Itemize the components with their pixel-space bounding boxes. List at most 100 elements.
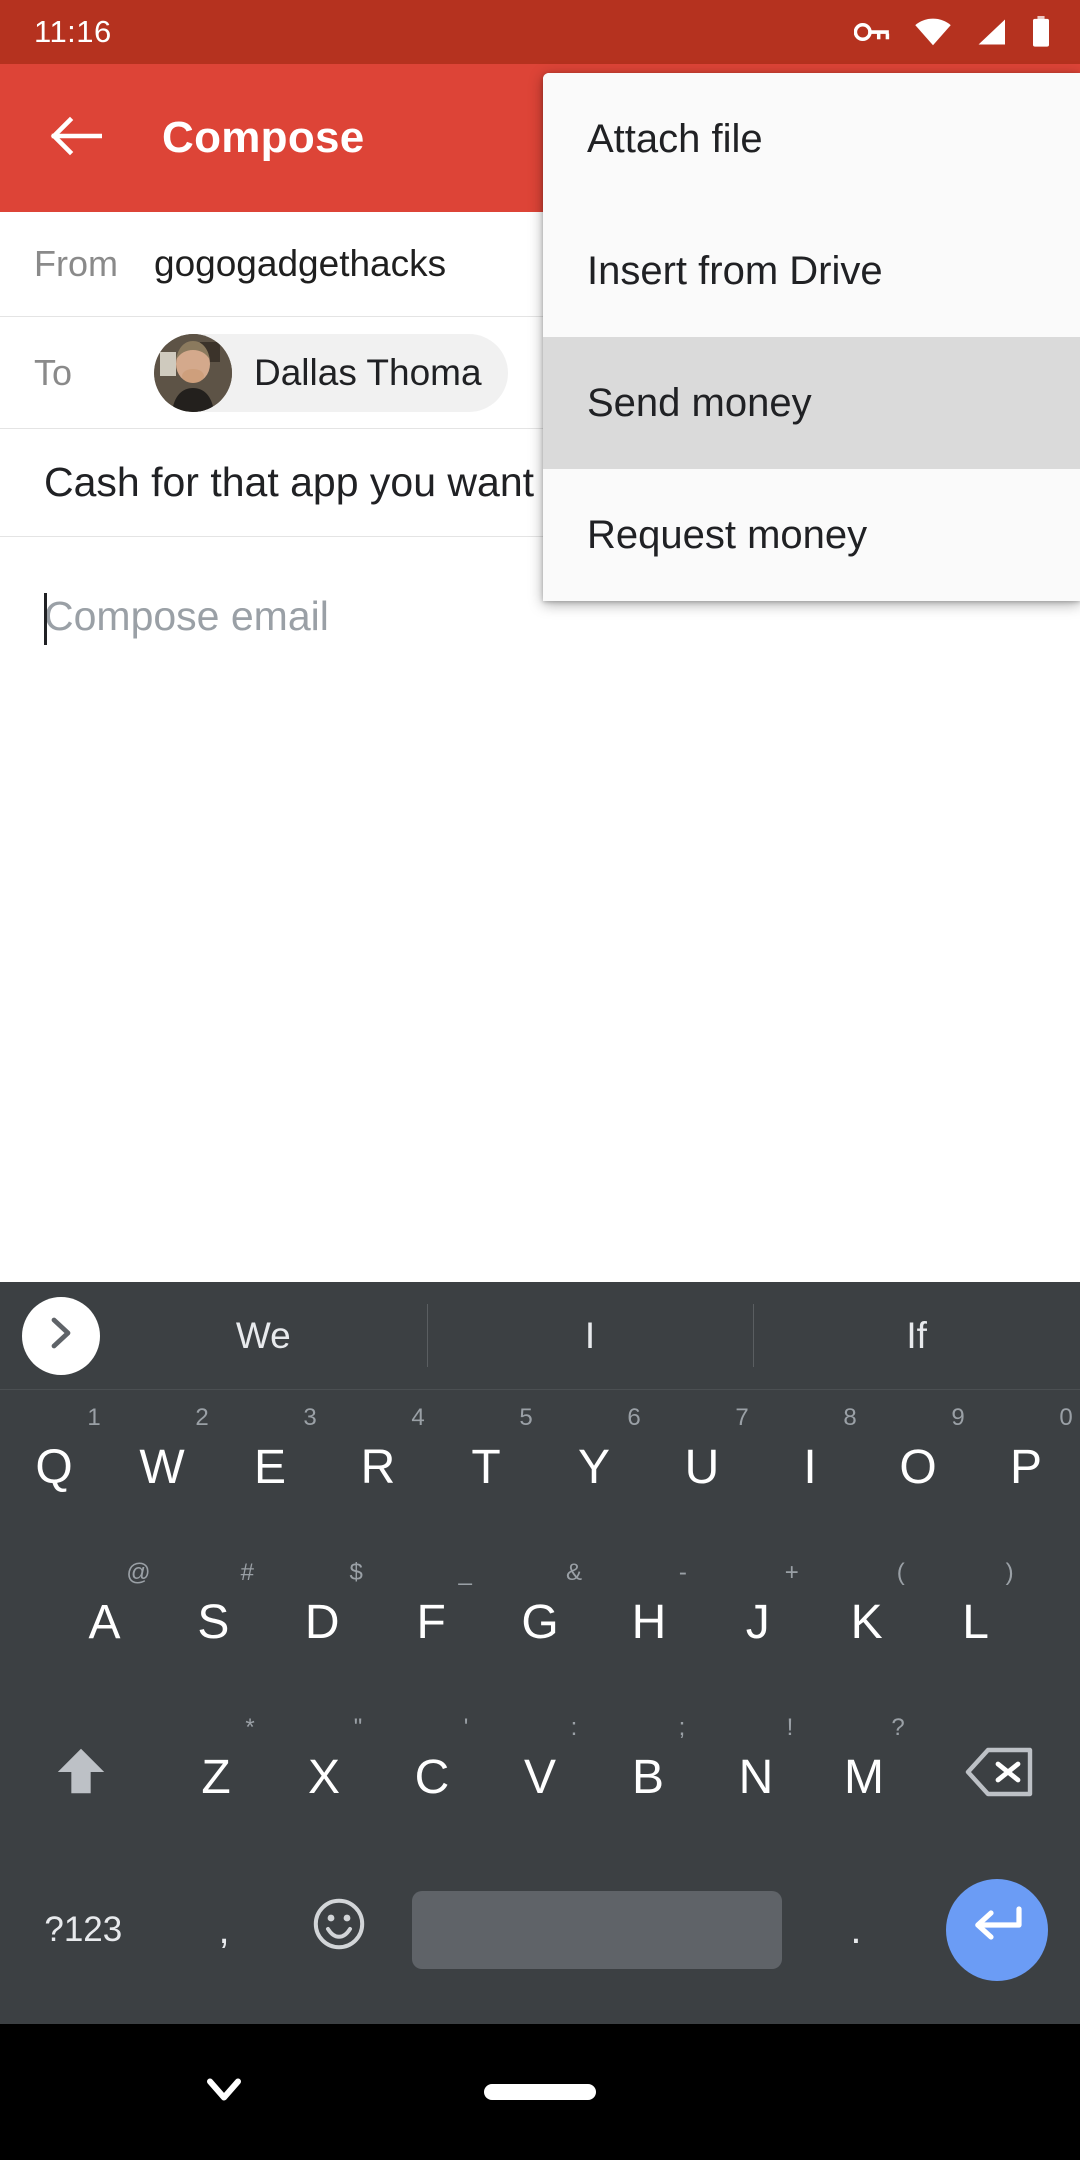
keyboard-row-4: ?123 , .: [0, 1855, 1080, 2005]
key-t[interactable]: 5T: [432, 1390, 540, 1545]
key-hint: (: [896, 1559, 905, 1586]
key-s[interactable]: # S: [159, 1545, 268, 1700]
suggestion-chip[interactable]: We: [100, 1282, 427, 1389]
key-v[interactable]: :V: [486, 1700, 594, 1855]
space-key[interactable]: [396, 1855, 798, 2005]
spacebar-surface: [412, 1891, 783, 1969]
shift-key[interactable]: [0, 1700, 162, 1855]
key-k[interactable]: (K: [812, 1545, 921, 1700]
avatar: [154, 333, 232, 412]
keyboard-row-1: 1Q 2W 3E 4R 5T 6Y 7U 8I 9O 0P: [0, 1390, 1080, 1545]
backspace-key[interactable]: [918, 1700, 1080, 1855]
key-hint: 2: [195, 1404, 209, 1431]
key-label: N: [738, 1751, 774, 1804]
status-time: 11:16: [34, 14, 112, 49]
arrow-left-icon: [50, 116, 103, 161]
navigation-bar: [0, 2024, 1080, 2160]
key-d[interactable]: $ D: [268, 1545, 377, 1700]
key-hint: ): [1005, 1559, 1014, 1586]
home-pill-icon[interactable]: [484, 2084, 596, 2100]
shift-arrow-up-icon: [52, 1743, 110, 1813]
key-hint: *: [245, 1714, 255, 1741]
key-hint: 1: [87, 1404, 101, 1431]
menu-item-label: Attach file: [587, 116, 763, 161]
vpn-key-icon: [854, 18, 892, 46]
key-o[interactable]: 9O: [864, 1390, 972, 1545]
suggestion-chip[interactable]: If: [753, 1282, 1080, 1389]
key-label: Q: [35, 1441, 73, 1494]
hide-keyboard-button[interactable]: [204, 2076, 244, 2109]
key-hint: ": [353, 1714, 363, 1741]
menu-item-send-money[interactable]: Send money: [543, 337, 1080, 469]
keyboard-row-3: * Z " X ' C :V ; B ! N ? M: [0, 1700, 1080, 1855]
body-placeholder: Compose email: [44, 593, 329, 639]
key-x[interactable]: " X: [270, 1700, 378, 1855]
key-label: C: [414, 1751, 450, 1804]
key-hint: $: [349, 1559, 363, 1586]
key-hint: @: [126, 1559, 151, 1586]
key-f[interactable]: _ F: [377, 1545, 486, 1700]
back-button[interactable]: [30, 92, 122, 184]
battery-icon: [1030, 16, 1052, 48]
key-hint: -: [678, 1559, 687, 1586]
key-label: R: [360, 1441, 396, 1494]
enter-key[interactable]: [913, 1855, 1080, 2005]
key-label: F: [416, 1596, 446, 1649]
menu-item-label: Request money: [587, 512, 868, 557]
key-r[interactable]: 4R: [324, 1390, 432, 1545]
key-label: H: [631, 1596, 667, 1649]
key-z[interactable]: * Z: [162, 1700, 270, 1855]
recipient-chip[interactable]: Dallas Thoma: [154, 333, 508, 412]
key-label: Z: [201, 1751, 231, 1804]
key-b[interactable]: ; B: [594, 1700, 702, 1855]
suggestion-strip: We I If: [0, 1282, 1080, 1390]
key-label: P: [1009, 1441, 1042, 1494]
menu-item-label: Insert from Drive: [587, 248, 883, 293]
key-hint: ?: [891, 1714, 905, 1741]
key-label: Y: [577, 1441, 610, 1494]
enter-return-icon: [969, 1901, 1025, 1959]
suggestion-chip[interactable]: I: [426, 1282, 754, 1389]
key-w[interactable]: 2W: [108, 1390, 216, 1545]
signal-icon: [974, 18, 1008, 46]
menu-item-label: Send money: [587, 380, 812, 425]
key-l[interactable]: ) L: [921, 1545, 1030, 1700]
page-title: Compose: [162, 113, 365, 162]
overflow-menu: Attach file Insert from Drive Send money…: [543, 73, 1080, 601]
subject-value: Cash for that app you want: [44, 459, 535, 505]
key-p[interactable]: 0P: [972, 1390, 1080, 1545]
menu-item-insert-from-drive[interactable]: Insert from Drive: [543, 205, 1080, 337]
key-u[interactable]: 7U: [648, 1390, 756, 1545]
enter-key-surface: [945, 1879, 1048, 1981]
key-i[interactable]: 8I: [756, 1390, 864, 1545]
key-label: O: [899, 1441, 937, 1494]
menu-item-request-money[interactable]: Request money: [543, 469, 1080, 601]
comma-key[interactable]: ,: [167, 1855, 282, 2005]
key-label: W: [139, 1441, 185, 1494]
menu-item-attach-file[interactable]: Attach file: [543, 73, 1080, 205]
key-label: V: [523, 1751, 556, 1804]
key-q[interactable]: 1Q: [0, 1390, 108, 1545]
key-hint: 8: [843, 1404, 857, 1431]
key-hint: 9: [951, 1404, 965, 1431]
key-h[interactable]: -H: [594, 1545, 703, 1700]
key-g[interactable]: & G: [486, 1545, 595, 1700]
period-key[interactable]: .: [799, 1855, 914, 2005]
expand-suggestions-button[interactable]: [22, 1296, 100, 1375]
emoji-key[interactable]: [281, 1855, 396, 2005]
key-hint: 6: [627, 1404, 641, 1431]
key-label: B: [631, 1751, 664, 1804]
key-hint: ': [463, 1714, 469, 1741]
key-y[interactable]: 6Y: [540, 1390, 648, 1545]
symbols-key[interactable]: ?123: [0, 1855, 167, 2005]
key-c[interactable]: ' C: [378, 1700, 486, 1855]
key-j[interactable]: + J: [703, 1545, 812, 1700]
key-label: T: [471, 1441, 501, 1494]
key-hint: _: [458, 1559, 472, 1586]
key-label: S: [197, 1596, 230, 1649]
key-m[interactable]: ? M: [810, 1700, 918, 1855]
key-n[interactable]: ! N: [702, 1700, 810, 1855]
key-e[interactable]: 3E: [216, 1390, 324, 1545]
key-hint: 7: [735, 1404, 749, 1431]
key-a[interactable]: @ A: [50, 1545, 159, 1700]
